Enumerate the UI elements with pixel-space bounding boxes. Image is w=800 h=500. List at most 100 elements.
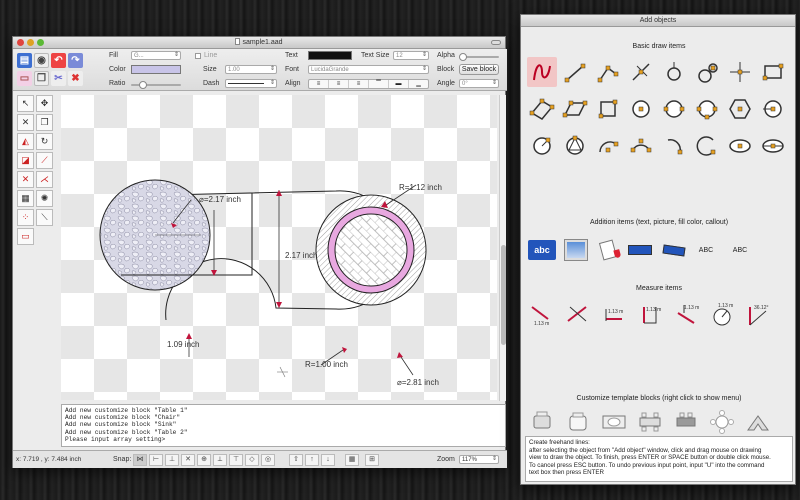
canvas-vertical-scrollbar[interactable] (499, 95, 506, 401)
block-chair-icon[interactable] (563, 407, 593, 437)
toolbar-toggle-button[interactable] (491, 40, 501, 45)
measure-linear-icon[interactable]: 1.13 m (527, 300, 557, 330)
paste-icon[interactable]: ▭ (17, 71, 32, 86)
extend-icon[interactable]: ⋌ (36, 171, 53, 188)
command-console[interactable]: Add new customize block "Table 1" Add ne… (61, 404, 506, 447)
select-arrow-icon[interactable]: ↖ (17, 95, 34, 112)
fill-select[interactable]: G... (131, 51, 181, 60)
zoom-window-button[interactable] (37, 39, 44, 46)
circle-through-point-icon[interactable] (659, 57, 689, 87)
dim-bottom-left[interactable]: 1.09 inch (167, 340, 199, 349)
move-down-icon[interactable]: ↓ (321, 454, 335, 466)
scrollbar-thumb[interactable] (501, 245, 506, 345)
alpha-slider[interactable] (459, 53, 499, 61)
ratio-slider[interactable] (131, 81, 181, 89)
snap-quadrant-icon[interactable]: ◇ (245, 454, 259, 466)
minimize-window-button[interactable] (27, 39, 34, 46)
valign-top-icon[interactable]: ▔ (369, 80, 389, 88)
line-checkbox[interactable] (195, 53, 201, 59)
size-select[interactable]: 1.00 (225, 65, 277, 74)
perpendicular-line-icon[interactable] (626, 57, 656, 87)
text-box-icon[interactable]: abc (527, 235, 557, 265)
picture-icon[interactable] (561, 235, 591, 265)
square-icon[interactable] (593, 94, 623, 124)
align-center-icon[interactable]: ≡ (329, 80, 349, 88)
angle-input[interactable]: 0° (459, 79, 499, 88)
leader-line-icon[interactable]: ABC (725, 235, 755, 265)
save-block-button[interactable]: Save block (459, 64, 499, 75)
rotate-icon[interactable]: ↻ (36, 133, 53, 150)
valign-middle-icon[interactable]: ▬ (389, 80, 409, 88)
callout-bar-tail-icon[interactable] (659, 235, 689, 265)
font-select[interactable]: LucidaGrande (308, 65, 429, 74)
redo-icon[interactable]: ↷ (68, 53, 83, 68)
block-sink-icon[interactable] (599, 407, 629, 437)
snap-center-icon[interactable]: ⊕ (197, 454, 211, 466)
text-size-select[interactable]: 12 (393, 51, 429, 60)
arc-open-icon[interactable] (692, 131, 722, 161)
hexagon-icon[interactable] (725, 94, 755, 124)
alpha-slider-knob[interactable] (459, 53, 467, 61)
fill-color-icon[interactable] (593, 235, 623, 265)
align-right-icon[interactable]: ≡ (349, 80, 369, 88)
undo-icon[interactable]: ↶ (51, 53, 66, 68)
crosshair-point-icon[interactable] (725, 57, 755, 87)
circle-3point-icon[interactable] (692, 94, 722, 124)
circle-2point-icon[interactable] (659, 94, 689, 124)
snap-midpoint-icon[interactable]: ⊥ (165, 454, 179, 466)
crop-icon[interactable]: ▭ (17, 228, 34, 245)
dim-left-diameter[interactable]: ⌀=2.17 inch (199, 195, 241, 204)
copy-icon[interactable]: ❐ (34, 71, 49, 86)
polar-array-icon[interactable]: ✺ (36, 190, 53, 207)
cut-icon[interactable]: ✂ (51, 71, 66, 86)
snap-tangent-icon[interactable]: ⊤ (229, 454, 243, 466)
duplicate-icon[interactable]: ❐ (36, 114, 53, 131)
command-prompt[interactable]: Please input array setting> (65, 436, 502, 443)
mirror-icon[interactable]: ◭ (17, 133, 34, 150)
text-color-swatch[interactable] (308, 51, 352, 60)
measure-offset-icon[interactable]: 1.13 m (671, 300, 701, 330)
zoom-select[interactable]: 117% (459, 455, 499, 464)
dash-select[interactable] (225, 79, 277, 88)
align-left-icon[interactable]: ≡ (309, 80, 329, 88)
circle-center-icon[interactable] (626, 94, 656, 124)
snap-endpoint-icon[interactable]: ⊢ (149, 454, 163, 466)
group-icon[interactable]: ▦ (345, 454, 359, 466)
right-inner-circle[interactable] (334, 213, 408, 287)
parallelogram-icon[interactable] (560, 94, 590, 124)
offset-icon[interactable]: ⟋ (36, 152, 53, 169)
measure-angle-icon[interactable]: 36.12° (743, 300, 773, 330)
bring-forward-icon[interactable]: ⇧ (289, 454, 303, 466)
rotated-rectangle-icon[interactable] (527, 94, 557, 124)
block-corner-sofa-icon[interactable] (743, 407, 773, 437)
circle-inscribed-icon[interactable] (560, 131, 590, 161)
delete-tool-icon[interactable]: ✕ (17, 114, 34, 131)
circle-tangent-icon[interactable] (692, 57, 722, 87)
circle-tangent-line-icon[interactable] (758, 94, 788, 124)
ratio-slider-knob[interactable] (139, 81, 147, 89)
arc-tangent-icon[interactable] (659, 131, 689, 161)
ungroup-icon[interactable]: ⊞ (365, 454, 379, 466)
snap-perpendicular-icon[interactable]: ⟂ (213, 454, 227, 466)
snap-node-icon[interactable]: ◎ (261, 454, 275, 466)
close-window-button[interactable] (17, 39, 24, 46)
measure-vertical-icon[interactable]: 1.13 m (635, 300, 665, 330)
break-icon[interactable]: ⟍ (36, 209, 53, 226)
save-icon[interactable]: ▤ (17, 53, 32, 68)
ellipse-axis-icon[interactable] (758, 131, 788, 161)
align-segmented-control[interactable]: ≡ ≡ ≡ ▔ ▬ ▁ (308, 79, 429, 89)
block-table-1-icon[interactable] (527, 407, 557, 437)
color-swatch[interactable] (131, 65, 181, 74)
valign-bottom-icon[interactable]: ▁ (409, 80, 428, 88)
block-table-2-icon[interactable] (635, 407, 665, 437)
scale-icon[interactable]: ◪ (17, 152, 34, 169)
snap-grid-icon[interactable]: ⋈ (133, 454, 147, 466)
move-icon[interactable]: ✥ (36, 95, 53, 112)
arc-center-icon[interactable] (593, 131, 623, 161)
arc-3point-icon[interactable] (626, 131, 656, 161)
array-icon[interactable]: ▦ (17, 190, 34, 207)
block-round-table-icon[interactable] (707, 407, 737, 437)
block-conference-table-icon[interactable] (671, 407, 701, 437)
measure-horizontal-icon[interactable]: 1.13 m (599, 300, 629, 330)
leader-text-icon[interactable]: ABC (691, 235, 721, 265)
